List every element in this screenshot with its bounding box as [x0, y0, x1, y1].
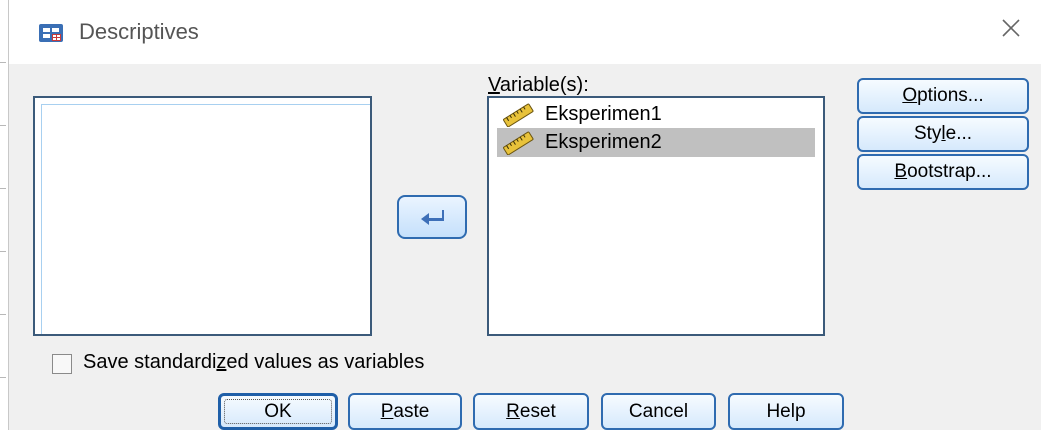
- dialog-title: Descriptives: [79, 19, 199, 44]
- variable-item-eksperimen1[interactable]: Eksperimen1: [497, 100, 815, 129]
- options-label: Options...: [902, 85, 984, 106]
- reset-button[interactable]: Reset: [473, 393, 589, 430]
- edge-tick: [0, 62, 6, 63]
- close-icon[interactable]: [999, 16, 1023, 40]
- ruler-scale-icon: [503, 103, 534, 127]
- source-list-focus-border: [41, 104, 370, 334]
- arrow-left-icon: [421, 210, 444, 225]
- title-bar: Descriptives: [9, 0, 1041, 64]
- bootstrap-label: Bootstrap...: [894, 161, 992, 182]
- variables-label-mnemonic: V: [488, 74, 500, 96]
- options-button[interactable]: Options...: [857, 78, 1029, 114]
- variables-label: Variable(s):: [488, 74, 589, 97]
- edge-tick: [0, 188, 6, 189]
- style-label: Style...: [913, 123, 973, 144]
- save-standardized-label[interactable]: Save standardized values as variables: [83, 351, 424, 374]
- ok-button[interactable]: OK: [218, 393, 338, 430]
- selected-variables-list[interactable]: Eksperimen1 Eksperimen2: [487, 96, 825, 336]
- paste-button[interactable]: Paste: [348, 393, 462, 430]
- style-button[interactable]: Style...: [857, 116, 1029, 152]
- cancel-button[interactable]: Cancel: [601, 393, 716, 430]
- source-variable-list[interactable]: [33, 96, 372, 336]
- variables-label-rest: ariable(s):: [499, 74, 589, 96]
- move-variable-button[interactable]: [397, 195, 467, 239]
- focus-ring: [224, 399, 332, 424]
- ruler-scale-icon: [503, 131, 534, 155]
- save-standardized-checkbox[interactable]: [52, 354, 72, 374]
- variable-item-eksperimen2[interactable]: Eksperimen2: [497, 128, 815, 157]
- spss-data-table-icon: [39, 24, 63, 42]
- edge-tick: [0, 251, 6, 252]
- help-button[interactable]: Help: [728, 393, 844, 430]
- edge-tick: [0, 314, 6, 315]
- bootstrap-button[interactable]: Bootstrap...: [857, 154, 1029, 190]
- paste-label: Paste: [380, 400, 430, 422]
- window-left-edge: [0, 0, 9, 430]
- help-label: Help: [766, 400, 806, 422]
- edge-tick: [0, 377, 6, 378]
- reset-label: Reset: [506, 400, 556, 422]
- variable-name: Eksperimen1: [545, 103, 662, 125]
- cancel-label: Cancel: [628, 400, 689, 422]
- edge-tick: [0, 125, 6, 126]
- variable-name: Eksperimen2: [545, 131, 662, 153]
